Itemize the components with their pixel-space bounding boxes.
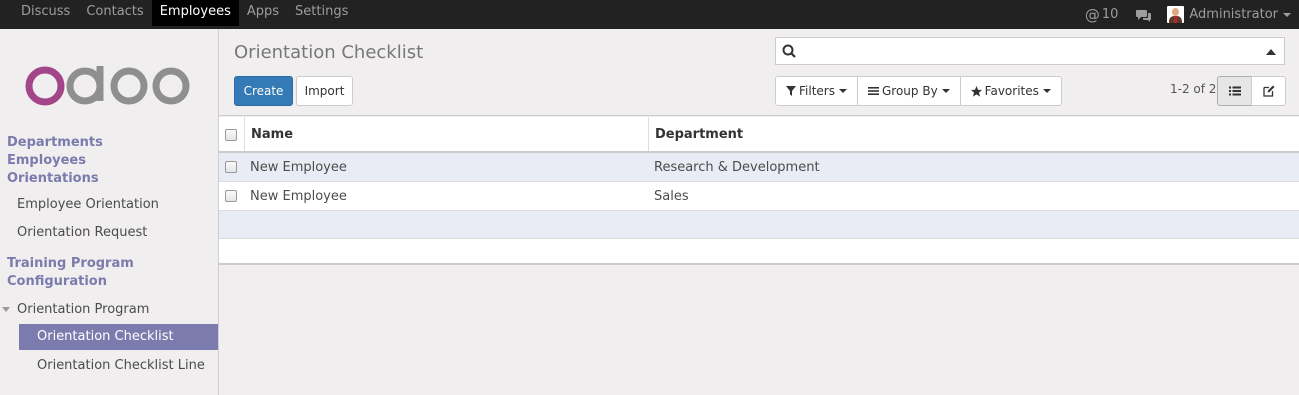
menu-contacts[interactable]: Contacts (78, 0, 151, 26)
pager-value[interactable]: 1-2 of 2 (1170, 82, 1216, 96)
nav-departments[interactable]: Departments (7, 135, 103, 150)
table-header: Name Department (219, 117, 1299, 153)
list-icon (1228, 86, 1241, 96)
menu-discuss[interactable]: Discuss (13, 0, 78, 26)
nav-orientation-program[interactable]: Orientation Program (0, 299, 218, 319)
top-navbar: Discuss Contacts Employees Apps Settings… (0, 0, 1299, 29)
search-icon (782, 44, 796, 58)
edit-icon (1262, 85, 1274, 97)
import-button[interactable]: Import (296, 76, 353, 106)
mentions-count: 10 (1101, 7, 1119, 22)
column-header-department[interactable]: Department (655, 117, 743, 151)
cell-name: New Employee (250, 188, 347, 204)
table-row[interactable]: New Employee Sales (219, 182, 1299, 211)
cell-name: New Employee (250, 159, 347, 175)
list-view: Name Department New Employee Research & … (219, 117, 1299, 265)
row-checkbox[interactable] (225, 161, 237, 173)
caret-down-icon (2, 306, 10, 312)
menu-settings[interactable]: Settings (287, 0, 356, 26)
row-checkbox[interactable] (225, 190, 237, 202)
sidebar: Departments Employees Orientations Emplo… (0, 29, 219, 395)
caret-down-icon (941, 89, 950, 93)
mentions-counter[interactable]: @ 10 (1085, 6, 1119, 24)
chat-icon[interactable] (1136, 9, 1152, 22)
odoo-logo[interactable] (25, 64, 193, 106)
cell-department: Sales (654, 188, 689, 204)
empty-row (219, 211, 1299, 239)
column-header-name[interactable]: Name (251, 117, 293, 151)
nav-orientation-checklist-line[interactable]: Orientation Checklist Line (37, 358, 205, 373)
menu-apps[interactable]: Apps (239, 0, 287, 26)
form-view-button[interactable] (1251, 76, 1286, 106)
control-panel: Orientation Checklist Create Import Filt… (219, 29, 1299, 116)
caret-down-icon (1283, 12, 1291, 17)
user-name: Administrator (1189, 7, 1278, 22)
group-by-label: Group By (881, 84, 938, 98)
top-menu: Discuss Contacts Employees Apps Settings (13, 0, 356, 29)
filter-icon (786, 86, 796, 96)
filters-label: Filters (799, 84, 835, 98)
nav-orientation-program-label: Orientation Program (17, 301, 150, 317)
menu-employees[interactable]: Employees (151, 0, 239, 26)
user-menu[interactable]: Administrator (1160, 6, 1299, 23)
nav-orientations[interactable]: Orientations (7, 171, 99, 186)
bars-icon (867, 87, 879, 95)
top-right-systray: @ 10 Administrator (1085, 0, 1299, 29)
favorites-button[interactable]: Favorites (959, 76, 1062, 106)
nav-training-program[interactable]: Training Program (7, 256, 134, 271)
nav-employee-orientation[interactable]: Employee Orientation (17, 197, 159, 212)
search-options: Filters Group By Favorites (775, 76, 1062, 106)
nav-orientation-checklist[interactable]: Orientation Checklist (19, 324, 218, 350)
caret-down-icon (1042, 89, 1051, 93)
avatar (1167, 6, 1185, 23)
nav-orientation-request[interactable]: Orientation Request (17, 225, 147, 240)
nav-configuration[interactable]: Configuration (7, 274, 107, 289)
create-button[interactable]: Create (234, 76, 293, 106)
caret-down-icon (838, 89, 847, 93)
filters-button[interactable]: Filters (775, 76, 858, 106)
list-view-button[interactable] (1217, 76, 1252, 106)
search-input[interactable] (802, 41, 1252, 61)
at-icon: @ (1084, 5, 1100, 24)
empty-row (219, 239, 1299, 265)
search-box (775, 37, 1285, 65)
favorites-label: Favorites (984, 84, 1039, 98)
page-title: Orientation Checklist (234, 42, 424, 63)
group-by-button[interactable]: Group By (856, 76, 961, 106)
view-switcher (1217, 76, 1286, 106)
table-row[interactable]: New Employee Research & Development (219, 153, 1299, 182)
toggle-search-options-icon[interactable] (1266, 49, 1276, 55)
star-icon (970, 85, 982, 97)
cell-department: Research & Development (654, 159, 820, 175)
select-all-checkbox[interactable] (225, 129, 237, 141)
nav-employees[interactable]: Employees (7, 153, 86, 168)
